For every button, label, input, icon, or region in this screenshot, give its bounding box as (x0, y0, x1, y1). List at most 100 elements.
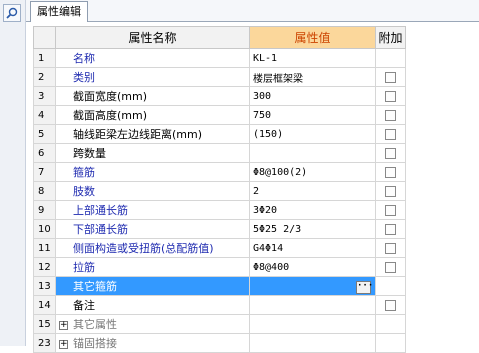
row-number: 1 (34, 49, 56, 68)
row-number: 4 (34, 106, 56, 125)
property-row[interactable]: 2类别楼层框架梁 (34, 68, 479, 87)
attach-checkbox[interactable] (385, 167, 396, 178)
row-number: 23 (34, 334, 56, 353)
property-name[interactable]: + 其它属性 (56, 315, 250, 334)
property-value[interactable]: Φ8@100(2) (250, 163, 376, 182)
row-number: 11 (34, 239, 56, 258)
empty-area (406, 239, 479, 258)
row-number: 7 (34, 163, 56, 182)
attach-checkbox[interactable] (385, 129, 396, 140)
row-number: 13 (34, 277, 56, 296)
empty-area (406, 125, 479, 144)
empty-area (406, 106, 479, 125)
property-row[interactable]: 5轴线距梁左边线距离(mm)(150) (34, 125, 479, 144)
property-row[interactable]: 13其它箍筋 ··· (34, 277, 479, 296)
property-value[interactable]: Φ8@400 (250, 258, 376, 277)
property-extra (376, 68, 406, 87)
property-value[interactable]: 2 (250, 182, 376, 201)
property-name[interactable]: 侧面构造或受扭筋(总配筋值) (56, 239, 250, 258)
property-extra (376, 182, 406, 201)
property-value[interactable] (250, 296, 376, 315)
property-extra (376, 239, 406, 258)
property-name[interactable]: 名称 (56, 49, 250, 68)
property-row[interactable]: 6跨数量 (34, 144, 479, 163)
property-name[interactable]: 备注 (56, 296, 250, 315)
property-value[interactable]: 300 (250, 87, 376, 106)
property-row[interactable]: 9上部通长筋3Φ20 (34, 201, 479, 220)
property-name[interactable]: 上部通长筋 (56, 201, 250, 220)
property-extra (376, 296, 406, 315)
expand-icon[interactable]: + (59, 340, 68, 349)
ellipsis-button[interactable]: ··· (356, 281, 371, 294)
tab-property-edit[interactable]: 属性编辑 (30, 1, 88, 22)
search-button[interactable] (3, 4, 21, 22)
column-header-extra[interactable]: 附加 (376, 27, 406, 49)
property-name[interactable]: 拉筋 (56, 258, 250, 277)
property-name-label: 其它属性 (73, 318, 117, 331)
attach-checkbox[interactable] (385, 186, 396, 197)
property-value[interactable] (250, 144, 376, 163)
attach-checkbox[interactable] (385, 91, 396, 102)
property-value[interactable]: 5Φ25 2/3 (250, 220, 376, 239)
property-extra (376, 258, 406, 277)
property-row[interactable]: 7箍筋Φ8@100(2) (34, 163, 479, 182)
attach-checkbox[interactable] (385, 72, 396, 83)
property-value[interactable] (250, 315, 376, 334)
property-value[interactable]: KL-1 (250, 49, 376, 68)
empty-area (406, 201, 479, 220)
property-value[interactable]: G4Φ14 (250, 239, 376, 258)
property-row[interactable]: 23+锚固搭接 (34, 334, 479, 353)
property-value[interactable]: 3Φ20 (250, 201, 376, 220)
property-name[interactable]: 轴线距梁左边线距离(mm) (56, 125, 250, 144)
property-value[interactable]: ··· (250, 277, 376, 296)
property-name[interactable]: 截面宽度(mm) (56, 87, 250, 106)
property-extra (376, 106, 406, 125)
column-header-value[interactable]: 属性值 (250, 27, 376, 49)
property-value[interactable]: 楼层框架梁 (250, 68, 376, 87)
attach-checkbox[interactable] (385, 243, 396, 254)
property-name[interactable]: 肢数 (56, 182, 250, 201)
empty-area (406, 315, 479, 334)
row-number: 12 (34, 258, 56, 277)
attach-checkbox[interactable] (385, 224, 396, 235)
property-value-text: 3Φ20 (253, 205, 277, 216)
property-row[interactable]: 14备注 (34, 296, 479, 315)
property-name[interactable]: 类别 (56, 68, 250, 87)
empty-area (406, 144, 479, 163)
attach-checkbox[interactable] (385, 262, 396, 273)
property-value-text: 2 (253, 186, 259, 197)
property-value-text: KL-1 (253, 53, 277, 64)
property-name[interactable]: 下部通长筋 (56, 220, 250, 239)
property-name-label: 类别 (73, 71, 95, 84)
property-name[interactable]: 其它箍筋 (56, 277, 250, 296)
empty-area (406, 163, 479, 182)
property-row[interactable]: 10下部通长筋5Φ25 2/3 (34, 220, 479, 239)
property-row[interactable]: 3截面宽度(mm)300 (34, 87, 479, 106)
property-row[interactable]: 8肢数2 (34, 182, 479, 201)
property-value[interactable] (250, 334, 376, 353)
property-name[interactable]: 箍筋 (56, 163, 250, 182)
property-row[interactable]: 15+ 其它属性 (34, 315, 479, 334)
expand-icon[interactable]: + (59, 321, 68, 330)
property-row[interactable]: 4截面高度(mm)750 (34, 106, 479, 125)
property-value[interactable]: (150) (250, 125, 376, 144)
empty-area (406, 27, 479, 49)
property-row[interactable]: 12拉筋Φ8@400 (34, 258, 479, 277)
row-number: 15 (34, 315, 56, 334)
row-number: 8 (34, 182, 56, 201)
empty-area (406, 68, 479, 87)
property-name[interactable]: 截面高度(mm) (56, 106, 250, 125)
column-header-name[interactable]: 属性名称 (56, 27, 250, 49)
property-name[interactable]: +锚固搭接 (56, 334, 250, 353)
attach-checkbox[interactable] (385, 205, 396, 216)
attach-checkbox[interactable] (385, 300, 396, 311)
property-name[interactable]: 跨数量 (56, 144, 250, 163)
attach-checkbox[interactable] (385, 110, 396, 121)
tab-bar: 属性编辑 (26, 0, 479, 22)
attach-checkbox[interactable] (385, 148, 396, 159)
property-row[interactable]: 1名称KL-1 (34, 49, 479, 68)
property-row[interactable]: 11侧面构造或受扭筋(总配筋值)G4Φ14 (34, 239, 479, 258)
property-extra (376, 49, 406, 68)
property-value[interactable]: 750 (250, 106, 376, 125)
property-grid: 属性名称 属性值 附加 1名称KL-1 2 类别 楼层框架梁3截面宽度(mm)3004… (33, 26, 479, 353)
